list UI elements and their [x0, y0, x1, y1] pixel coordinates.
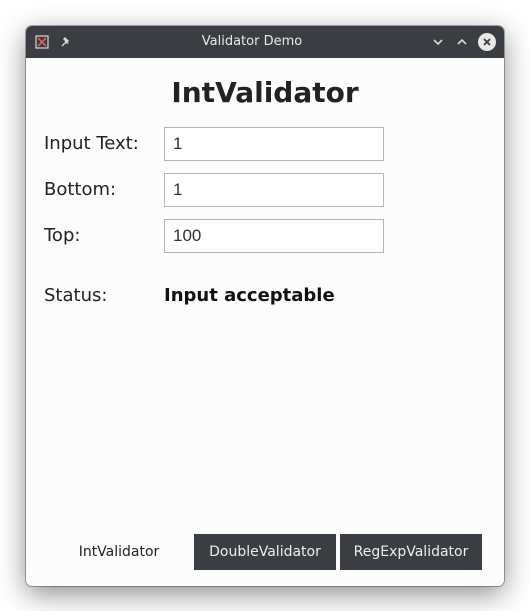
- label-input-text: Input Text:: [44, 133, 164, 154]
- row-status: Status: Input acceptable: [44, 285, 486, 306]
- window-title: Validator Demo: [74, 34, 430, 49]
- app-menu-icon[interactable]: [34, 34, 50, 50]
- tab-double-validator[interactable]: DoubleValidator: [194, 534, 336, 570]
- bottom-field[interactable]: [164, 173, 384, 207]
- app-window: Validator Demo IntValidator Input Text: …: [26, 26, 504, 586]
- label-status: Status:: [44, 285, 164, 306]
- tab-int-validator[interactable]: IntValidator: [48, 534, 190, 570]
- input-text-field[interactable]: [164, 127, 384, 161]
- close-icon[interactable]: [478, 33, 496, 51]
- titlebar: Validator Demo: [26, 26, 504, 58]
- row-top: Top:: [44, 219, 486, 253]
- page-title: IntValidator: [44, 76, 486, 109]
- top-field[interactable]: [164, 219, 384, 253]
- label-top: Top:: [44, 225, 164, 246]
- row-bottom: Bottom:: [44, 173, 486, 207]
- content-area: IntValidator Input Text: Bottom: Top: St…: [26, 58, 504, 586]
- tab-regexp-validator[interactable]: RegExpValidator: [340, 534, 482, 570]
- pin-icon[interactable]: [58, 34, 74, 50]
- status-value: Input acceptable: [164, 285, 335, 306]
- maximize-icon[interactable]: [454, 34, 470, 50]
- label-bottom: Bottom:: [44, 179, 164, 200]
- row-input-text: Input Text:: [44, 127, 486, 161]
- tab-bar: IntValidator DoubleValidator RegExpValid…: [44, 534, 486, 574]
- minimize-icon[interactable]: [430, 34, 446, 50]
